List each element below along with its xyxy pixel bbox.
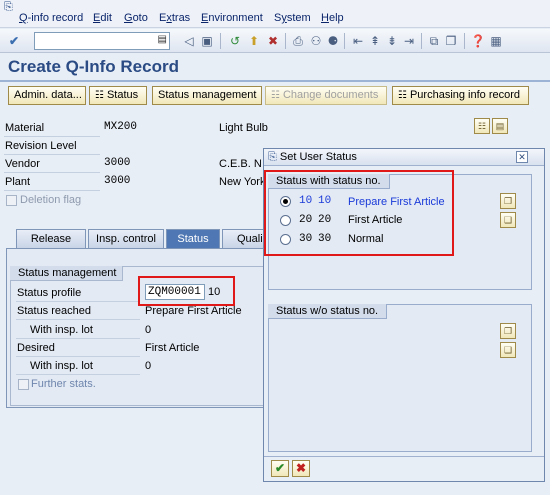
- print-icon[interactable]: ⎙: [290, 33, 306, 49]
- toolbar-separator: [344, 33, 345, 49]
- menu-bar: ⎘ Q-info record Edit Goto Extras Environ…: [0, 0, 550, 28]
- select-all-icon[interactable]: ❐: [500, 323, 516, 339]
- dialog-title-bar: ⎘ Set User Status: [264, 149, 544, 166]
- change-documents-button: ☷ Change documents: [265, 86, 387, 105]
- status-reached-label: Status reached: [17, 305, 91, 317]
- material-label: Material: [5, 122, 45, 134]
- exit-icon[interactable]: ⬆: [246, 33, 262, 49]
- field-underline: [4, 154, 100, 155]
- plant-value: 3000: [104, 175, 131, 187]
- vendor-description: C.E.B. N: [219, 158, 262, 170]
- dialog-icon: ⎘: [268, 151, 277, 163]
- dialog-footer-divider: [264, 456, 544, 457]
- admin-data-button[interactable]: Admin. data...: [8, 86, 86, 105]
- section-title: Status w/o status no.: [268, 304, 388, 319]
- glasses-icon: ☷: [271, 90, 280, 101]
- deletion-flag-label: Deletion flag: [20, 194, 82, 206]
- menu-q-info-record[interactable]: Q-info record: [19, 12, 83, 24]
- glasses-icon: ☷: [95, 90, 104, 101]
- standard-toolbar: ✔ ▤ ◁ ▣ ↺ ⬆ ✖ ⎙ ⚇ ⚈ ⇤ ⇞ ⇟ ⇥ ⧉ ❐ ❓ ▦: [0, 29, 550, 53]
- deselect-all-icon[interactable]: ❑: [500, 212, 516, 228]
- new-session-icon[interactable]: ⧉: [426, 33, 442, 49]
- highlight-box: [264, 170, 454, 256]
- field-underline: [4, 190, 100, 191]
- highlight-box: [138, 276, 235, 306]
- status-button[interactable]: ☷ Status: [89, 86, 147, 105]
- status-management-button[interactable]: Status management: [152, 86, 262, 105]
- toolbar-separator: [285, 33, 286, 49]
- menu-environment[interactable]: Environment: [201, 12, 263, 24]
- status-without-number-section: [268, 304, 532, 452]
- menu-edit[interactable]: Edit: [93, 12, 112, 24]
- toolbar-separator: [220, 33, 221, 49]
- with-insp-lot-label: With insp. lot: [30, 324, 93, 336]
- field-underline: [4, 172, 100, 173]
- prev-page-icon[interactable]: ⇞: [367, 33, 383, 49]
- field-underline: [4, 136, 100, 137]
- desired-value: First Article: [145, 342, 200, 354]
- cancel-icon[interactable]: ✖: [265, 33, 281, 49]
- status-profile-label: Status profile: [17, 287, 82, 299]
- shortcut-icon[interactable]: ❐: [443, 33, 459, 49]
- tab-release[interactable]: Release: [16, 229, 86, 248]
- desired-insp-lot-value: 0: [145, 360, 152, 372]
- help-icon[interactable]: ❓: [470, 33, 486, 49]
- dialog-close-icon[interactable]: ✕: [516, 151, 528, 163]
- plant-description: New York: [219, 176, 266, 188]
- last-page-icon[interactable]: ⇥: [401, 33, 417, 49]
- system-menu-icon[interactable]: ⎘: [4, 1, 18, 13]
- find-icon[interactable]: ⚇: [308, 33, 324, 49]
- toolbar-separator: [464, 33, 465, 49]
- tab-quality[interactable]: Quali: [222, 229, 266, 248]
- deletion-flag-checkbox: [6, 195, 17, 206]
- title-divider: [0, 80, 550, 82]
- cancel-button[interactable]: ✖: [292, 460, 310, 477]
- back-icon[interactable]: ↺: [227, 33, 243, 49]
- layout-icon[interactable]: ▦: [488, 33, 504, 49]
- field-underline: [16, 319, 140, 320]
- field-underline: [16, 301, 140, 302]
- desired-insp-lot-label: With insp. lot: [30, 360, 93, 372]
- purchasing-info-record-button[interactable]: ☷ Purchasing info record: [392, 86, 529, 105]
- first-page-icon[interactable]: ⇤: [350, 33, 366, 49]
- confirm-button[interactable]: ✔: [271, 460, 289, 477]
- menu-system[interactable]: System: [274, 12, 311, 24]
- back-arrow-icon[interactable]: ◁: [181, 33, 197, 49]
- menu-help[interactable]: Help: [321, 12, 344, 24]
- with-insp-lot-value: 0: [145, 324, 152, 336]
- find-next-icon[interactable]: ⚈: [325, 33, 341, 49]
- tab-status[interactable]: Status: [166, 229, 220, 248]
- command-dropdown-icon[interactable]: ▤: [158, 34, 167, 45]
- save-icon[interactable]: ▣: [199, 33, 215, 49]
- material-value: MX200: [104, 121, 138, 133]
- plant-label: Plant: [5, 176, 31, 188]
- dialog-title: Set User Status: [279, 151, 357, 163]
- page-title: Create Q-Info Record: [8, 57, 179, 76]
- menu-goto[interactable]: Goto: [124, 12, 148, 24]
- revision-level-label: Revision Level: [5, 140, 77, 152]
- group-title: Status management: [10, 266, 124, 281]
- glasses-icon: ☷: [398, 90, 407, 101]
- field-underline: [16, 374, 140, 375]
- toolbar-separator: [421, 33, 422, 49]
- tab-insp-control[interactable]: Insp. control: [88, 229, 164, 248]
- menu-extras[interactable]: Extras: [159, 12, 190, 24]
- field-underline: [16, 356, 140, 357]
- further-stats-label: Further stats.: [31, 378, 96, 390]
- deselect-all-icon[interactable]: ❑: [500, 342, 516, 358]
- material-description: Light Bulb: [219, 122, 268, 134]
- next-page-icon[interactable]: ⇟: [384, 33, 400, 49]
- status-reached-value: Prepare First Article: [145, 305, 242, 317]
- further-stats-checkbox: [18, 379, 29, 390]
- vendor-label: Vendor: [5, 158, 40, 170]
- display-glasses-icon[interactable]: ☷: [474, 118, 490, 134]
- desired-label: Desired: [17, 342, 55, 354]
- command-field[interactable]: ▤: [34, 32, 170, 50]
- select-all-icon[interactable]: ❐: [500, 193, 516, 209]
- field-underline: [16, 338, 140, 339]
- vendor-value: 3000: [104, 157, 131, 169]
- long-text-icon[interactable]: ▤: [492, 118, 508, 134]
- enter-icon[interactable]: ✔: [6, 33, 22, 49]
